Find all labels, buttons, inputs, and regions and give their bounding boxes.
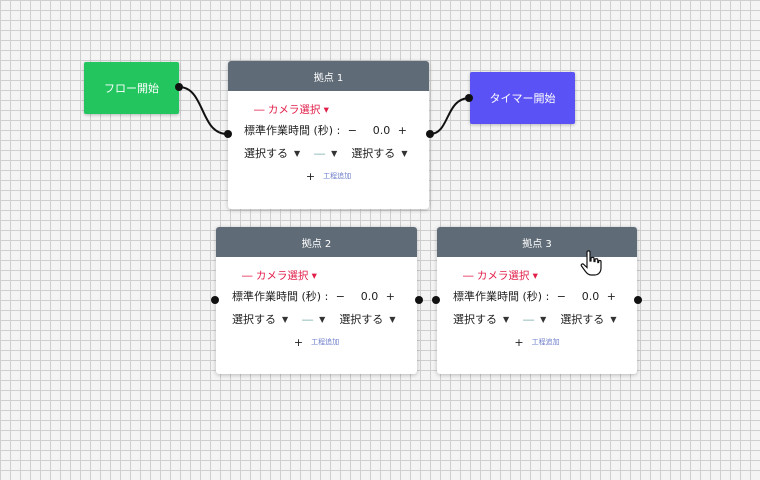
timer-start-node[interactable]: タイマー開始: [470, 72, 575, 124]
decrement-button[interactable]: −: [555, 290, 567, 303]
select-right-label: 選択する: [560, 313, 605, 326]
camera-select-label: ― カメラ選択 ▾: [463, 269, 538, 282]
card2-input-port[interactable]: [211, 296, 219, 304]
location-card-1[interactable]: 拠点 1 ― カメラ選択 ▾ 標準作業時間 (秒) : − 0.0 + 選択する…: [228, 61, 429, 209]
decrement-button[interactable]: −: [334, 290, 346, 303]
timer-input-port[interactable]: [465, 94, 473, 102]
work-time-value[interactable]: 0.0: [573, 290, 600, 303]
add-process-label: 工程追加: [531, 338, 560, 346]
card2-output-port[interactable]: [415, 296, 423, 304]
chevron-down-icon: ▼: [503, 314, 510, 324]
work-time-row: 標準作業時間 (秒) : − 0.0 +: [216, 285, 417, 307]
select-mid-label: ―: [523, 312, 535, 326]
select-right[interactable]: 選択する ▼: [560, 311, 616, 327]
select-left-label: 選択する: [232, 313, 276, 326]
plus-icon: +: [514, 335, 524, 349]
select-row: 選択する ▼ ― ▼ 選択する ▼: [216, 307, 417, 331]
select-right[interactable]: 選択する ▼: [339, 311, 395, 327]
decrement-button[interactable]: −: [346, 124, 358, 137]
work-time-label: 標準作業時間 (秒) :: [232, 290, 329, 303]
add-process-label: 工程追加: [323, 172, 352, 180]
select-mid[interactable]: ― ▼: [302, 313, 325, 326]
select-right-label: 選択する: [339, 313, 384, 326]
flow-canvas[interactable]: フロー開始 タイマー開始 拠点 1 ― カメラ選択 ▾ 標準作業時間 (秒) :…: [0, 0, 760, 480]
chevron-down-icon: ▼: [282, 314, 289, 324]
camera-select[interactable]: ― カメラ選択 ▾: [437, 257, 637, 285]
work-time-value[interactable]: 0.0: [364, 124, 391, 137]
edge-card1-to-timer: [429, 97, 471, 135]
card-title: 拠点 3: [522, 238, 552, 250]
card3-output-port[interactable]: [634, 296, 642, 304]
card-header[interactable]: 拠点 2: [216, 227, 417, 257]
flow-start-node[interactable]: フロー開始: [84, 62, 179, 114]
timer-start-label: タイマー開始: [489, 92, 556, 105]
card1-output-port[interactable]: [426, 130, 434, 138]
work-time-value[interactable]: 0.0: [352, 290, 379, 303]
card-title: 拠点 2: [301, 238, 332, 250]
flow-start-label: フロー開始: [104, 82, 159, 95]
chevron-down-icon: ▼: [610, 314, 617, 324]
select-left-label: 選択する: [453, 313, 497, 326]
increment-button[interactable]: +: [396, 124, 408, 137]
chevron-down-icon: ▼: [401, 148, 408, 158]
camera-select-label: ― カメラ選択 ▾: [254, 103, 329, 116]
select-mid[interactable]: ― ▼: [314, 147, 337, 160]
work-time-label: 標準作業時間 (秒) :: [453, 290, 550, 303]
camera-select[interactable]: ― カメラ選択 ▾: [216, 257, 417, 285]
chevron-down-icon: ▼: [294, 148, 301, 158]
card1-input-port[interactable]: [224, 130, 232, 138]
select-row: 選択する ▼ ― ▼ 選択する ▼: [437, 307, 637, 331]
select-mid-label: ―: [314, 146, 326, 160]
select-left-label: 選択する: [244, 147, 288, 160]
add-process-button[interactable]: + 工程追加: [228, 165, 429, 187]
card-header[interactable]: 拠点 3: [437, 227, 637, 257]
location-card-2[interactable]: 拠点 2 ― カメラ選択 ▾ 標準作業時間 (秒) : − 0.0 + 選択する…: [216, 227, 417, 374]
select-right-label: 選択する: [351, 147, 396, 160]
select-right[interactable]: 選択する ▼: [351, 145, 407, 161]
increment-button[interactable]: +: [605, 290, 617, 303]
plus-icon: +: [305, 169, 316, 183]
select-left[interactable]: 選択する ▼: [453, 311, 509, 327]
select-mid[interactable]: ― ▼: [523, 313, 546, 326]
card-header[interactable]: 拠点 1: [228, 61, 429, 91]
chevron-down-icon: ▼: [331, 148, 338, 158]
start-output-port[interactable]: [175, 83, 183, 91]
chevron-down-icon: ▼: [540, 314, 547, 324]
chevron-down-icon: ▼: [319, 314, 326, 324]
add-process-button[interactable]: + 工程追加: [216, 331, 417, 353]
card3-input-port[interactable]: [432, 296, 440, 304]
select-mid-label: ―: [302, 312, 314, 326]
hand-cursor-icon: [580, 250, 602, 276]
edge-start-to-card1: [178, 86, 228, 135]
add-process-button[interactable]: + 工程追加: [437, 331, 637, 353]
camera-select[interactable]: ― カメラ選択 ▾: [228, 91, 429, 119]
select-left[interactable]: 選択する ▼: [232, 311, 288, 327]
chevron-down-icon: ▼: [389, 314, 396, 324]
select-row: 選択する ▼ ― ▼ 選択する ▼: [228, 141, 429, 165]
work-time-row: 標準作業時間 (秒) : − 0.0 +: [437, 285, 637, 307]
card-title: 拠点 1: [313, 72, 344, 84]
select-left[interactable]: 選択する ▼: [244, 145, 300, 161]
plus-icon: +: [293, 335, 304, 349]
add-process-label: 工程追加: [311, 338, 340, 346]
increment-button[interactable]: +: [384, 290, 396, 303]
camera-select-label: ― カメラ選択 ▾: [242, 269, 317, 282]
work-time-row: 標準作業時間 (秒) : − 0.0 +: [228, 119, 429, 141]
location-card-3[interactable]: 拠点 3 ― カメラ選択 ▾ 標準作業時間 (秒) : − 0.0 + 選択する…: [437, 227, 637, 374]
work-time-label: 標準作業時間 (秒) :: [244, 124, 341, 137]
